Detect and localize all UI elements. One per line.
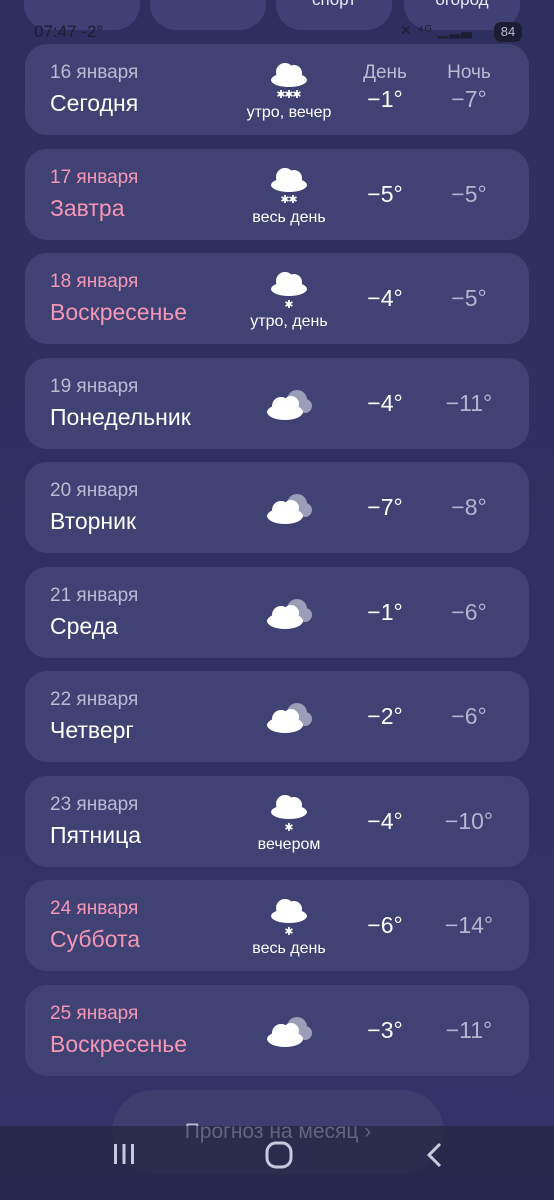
day-name: Вторник — [50, 508, 137, 534]
day-name: Сегодня — [50, 90, 139, 116]
day-name: Среда — [50, 612, 118, 639]
day-name: Четверг — [50, 717, 134, 743]
snow-light-icon: ✱ — [261, 894, 317, 938]
svg-text:✱: ✱ — [284, 821, 293, 834]
day-temperature: −1° — [367, 598, 403, 625]
day-name: Завтра — [50, 194, 125, 221]
night-temperature: −6° — [451, 703, 487, 729]
day-temperature: −7° — [367, 494, 403, 520]
svg-text:✱: ✱ — [284, 925, 293, 938]
day-card[interactable]: 18 января Воскресенье ✱ утро, день −4° −5° — [25, 253, 529, 344]
signal-icon: ⁴ᴳ — [417, 22, 433, 38]
day-name: Воскресенье — [50, 299, 188, 325]
cloudy-icon — [261, 695, 317, 739]
status-clock: 07:47 — [34, 22, 77, 41]
day-card[interactable]: 25 января Воскресенье −3° −11° — [25, 984, 529, 1076]
top-chip-label: огород — [404, 0, 520, 10]
svg-text:✱: ✱ — [288, 193, 297, 206]
day-date: 20 января — [50, 480, 139, 501]
day-name: Понедельник — [50, 403, 191, 430]
day-card[interactable]: 17 января Завтра ✱ ✱ весь день −5° −5° — [25, 148, 529, 240]
day-date: 25 января — [50, 1002, 139, 1024]
night-temperature: −10° — [444, 807, 494, 834]
precip-period: весь день — [252, 940, 326, 957]
precip-period: весь день — [252, 208, 326, 226]
back-icon[interactable] — [422, 1140, 448, 1170]
day-date: 17 января — [50, 166, 139, 188]
night-temperature: −7° — [451, 86, 487, 112]
day-card[interactable]: 16 января Сегодня ✱ ✱ ✱ утро, вечер День Ночь −1… — [25, 44, 529, 135]
status-temperature: -2° — [81, 22, 104, 41]
snow-heavy-icon: ✱ ✱ ✱ — [261, 58, 317, 102]
day-card[interactable]: 20 января Вторник −7° −8° — [25, 462, 529, 553]
day-card[interactable]: 22 января Четверг −2° −6° — [25, 671, 529, 762]
night-temperature: −8° — [451, 494, 487, 520]
day-date: 18 января — [50, 271, 139, 292]
day-temperature: −2° — [367, 703, 403, 729]
day-card[interactable]: 19 января Понедельник −4° −11° — [25, 357, 529, 449]
snow-light-icon: ✱ — [261, 267, 317, 311]
day-name: Суббота — [50, 926, 141, 952]
snow-moderate-icon: ✱ ✱ — [261, 163, 317, 207]
night-temperature: −6° — [451, 598, 487, 625]
home-icon[interactable] — [264, 1140, 294, 1170]
precip-period: утро, день — [250, 313, 328, 330]
day-date: 22 января — [50, 689, 139, 710]
day-name: Воскресенье — [50, 1030, 188, 1057]
day-temperature: −4° — [367, 285, 403, 311]
day-temperature: −1° — [367, 86, 403, 112]
svg-text:✱: ✱ — [284, 298, 293, 311]
status-time: 07:47 -2° — [34, 22, 103, 42]
header-day: День — [363, 62, 407, 83]
day-card[interactable]: 24 января Суббота ✱ весь день −6° −14° — [25, 880, 529, 971]
battery-icon: 84 — [494, 22, 522, 42]
day-date: 21 января — [50, 584, 139, 606]
day-date: 16 января — [50, 62, 139, 83]
day-temperature: −4° — [367, 389, 403, 416]
cloudy-icon — [261, 382, 317, 426]
day-card[interactable]: 23 января Пятница ✱ вечером −4° −10° — [25, 775, 529, 867]
day-temperature: −5° — [367, 180, 403, 207]
alarm-icon: ✕ — [400, 22, 413, 38]
day-temperature: −4° — [367, 807, 403, 834]
precip-period: вечером — [257, 835, 321, 853]
snow-light-icon: ✱ — [261, 790, 317, 834]
day-date: 19 января — [50, 375, 139, 397]
night-temperature: −11° — [445, 1016, 493, 1043]
recent-apps-icon[interactable] — [110, 1140, 138, 1168]
day-card[interactable]: 21 января Среда −1° −6° — [25, 566, 529, 658]
status-bar: 07:47 -2° ✕ ⁴ᴳ ▁▂▃ 84 — [0, 22, 554, 44]
cloudy-icon — [261, 486, 317, 530]
svg-text:✱: ✱ — [292, 88, 301, 101]
day-temperature: −6° — [367, 912, 403, 938]
forecast-list: 16 января Сегодня ✱ ✱ ✱ утро, вечер День Ночь −1… — [25, 44, 529, 1089]
top-chip-label: спорт — [276, 0, 392, 10]
day-date: 24 января — [50, 898, 139, 919]
night-temperature: −11° — [445, 389, 493, 416]
precip-period: утро, вечер — [246, 104, 332, 121]
status-icons: ✕ ⁴ᴳ ▁▂▃ — [400, 22, 473, 39]
day-name: Пятница — [50, 821, 142, 848]
day-date: 23 января — [50, 793, 139, 815]
night-temperature: −14° — [444, 912, 494, 938]
night-temperature: −5° — [451, 180, 487, 207]
night-temperature: −5° — [451, 285, 487, 311]
navigation-bar — [0, 1126, 554, 1200]
cloudy-icon — [261, 591, 317, 635]
header-night: Ночь — [447, 62, 491, 83]
signal-bars-icon: ▁▂▃ — [437, 22, 473, 38]
cloudy-icon — [261, 1009, 317, 1053]
day-temperature: −3° — [367, 1016, 403, 1043]
